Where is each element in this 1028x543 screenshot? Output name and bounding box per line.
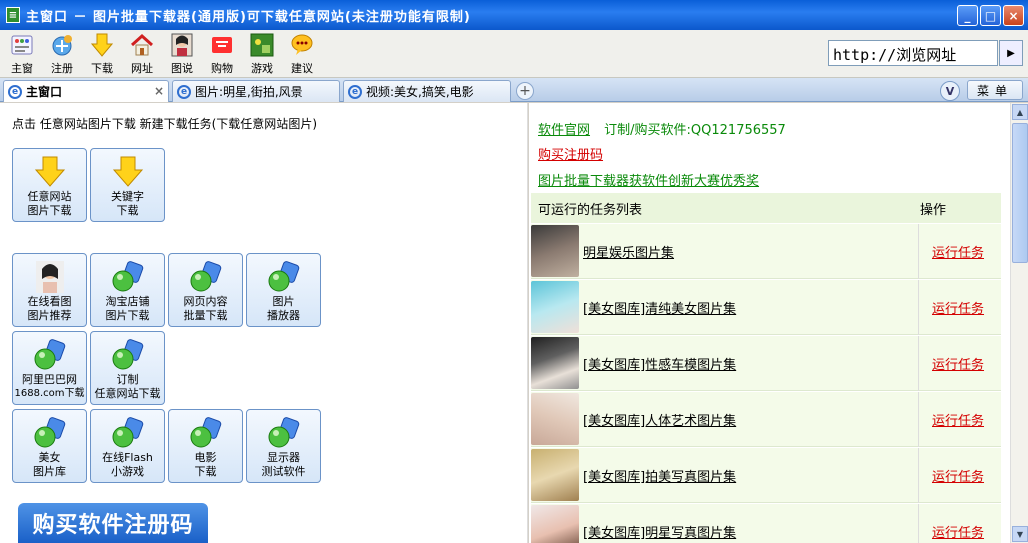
download-arrow-icon	[33, 155, 67, 189]
maximize-button[interactable]: □	[980, 5, 1001, 26]
task-thumbnail	[531, 337, 579, 389]
task-thumbnail	[531, 449, 579, 501]
scroll-up-button[interactable]: ▲	[1012, 104, 1028, 120]
photo-icon	[33, 260, 67, 294]
task-row: [美女图库]人体艺术图片集 运行任务	[531, 392, 1001, 447]
scroll-thumb[interactable]	[1012, 123, 1028, 263]
operation-header: 操作	[920, 202, 947, 218]
tab-bar: e 主窗口 × e 图片:明星,街拍,风景 e 视频:美女,搞笑,电影 + V …	[0, 78, 1028, 102]
shopping-icon	[210, 33, 234, 57]
tile-any-site-download[interactable]: 任意网站 图片下载	[12, 148, 87, 222]
buy-code-link[interactable]: 购买注册码	[538, 144, 603, 163]
task-list-title: 可运行的任务列表	[538, 202, 643, 218]
plugin-icon	[111, 338, 145, 372]
close-icon[interactable]: ×	[154, 84, 164, 98]
url-go-button[interactable]: ▶	[999, 40, 1023, 66]
task-name-link[interactable]: [美女图库]明星写真图片集	[583, 522, 736, 541]
task-thumbnail	[531, 225, 579, 277]
task-row: [美女图库]清纯美女图片集 运行任务	[531, 280, 1001, 335]
toolbar-register-button[interactable]: 注册	[42, 33, 82, 77]
run-task-link[interactable]: 运行任务	[932, 466, 984, 485]
run-task-link[interactable]: 运行任务	[932, 354, 984, 373]
vertical-scrollbar[interactable]: ▲ ▼	[1010, 103, 1028, 543]
toolbar-game-button[interactable]: 游戏	[242, 33, 282, 77]
close-button[interactable]: ×	[1003, 5, 1024, 26]
grid-icon	[10, 33, 34, 57]
toolbar-photo-button[interactable]: 图说	[162, 33, 202, 77]
home-icon	[130, 33, 154, 57]
tile-movie-download[interactable]: 电影 下载	[168, 409, 243, 483]
task-thumbnail	[531, 281, 579, 333]
task-name-link[interactable]: [美女图库]人体艺术图片集	[583, 410, 736, 429]
toolbar-suggest-button[interactable]: 建议	[282, 33, 322, 77]
toolbar-shopping-button[interactable]: 购物	[202, 33, 242, 77]
menu-button[interactable]: 菜单	[967, 80, 1023, 100]
run-task-link[interactable]: 运行任务	[932, 298, 984, 317]
window-title: 主窗口 － 图片批量下载器(通用版)可下载任意网站(未注册功能有限制)	[26, 9, 471, 25]
toolbar-download-button[interactable]: 下载	[82, 33, 122, 77]
plugin-icon	[111, 260, 145, 294]
task-name-link[interactable]: [美女图库]清纯美女图片集	[583, 298, 736, 317]
tile-taobao-download[interactable]: 淘宝店铺 图片下载	[90, 253, 165, 327]
left-panel: 点击 任意网站图片下载 新建下载任务(下载任意网站图片) 任意网站 图片下载 关…	[0, 103, 528, 543]
run-task-link[interactable]: 运行任务	[932, 522, 984, 541]
tile-image-player[interactable]: 图片 播放器	[246, 253, 321, 327]
official-site-link[interactable]: 软件官网	[538, 123, 590, 138]
tile-flash-games[interactable]: 在线Flash 小游戏	[90, 409, 165, 483]
run-task-link[interactable]: 运行任务	[932, 410, 984, 429]
instruction-text: 点击 任意网站图片下载 新建下载任务(下载任意网站图片)	[12, 117, 317, 131]
ie-icon: e	[348, 84, 362, 99]
chat-bubble-icon	[290, 33, 314, 57]
ie-icon: e	[177, 84, 191, 99]
task-name-link[interactable]: [美女图库]拍美写真图片集	[583, 466, 736, 485]
plugin-icon	[189, 260, 223, 294]
task-thumbnail	[531, 505, 579, 543]
tab-images[interactable]: e 图片:明星,街拍,风景	[172, 80, 340, 102]
url-input[interactable]: http://浏览网址	[828, 40, 998, 66]
plugin-icon	[189, 416, 223, 450]
task-row: [美女图库]明星写真图片集 运行任务	[531, 504, 1001, 543]
plugin-icon	[111, 416, 145, 450]
task-name-link[interactable]: 明星娱乐图片集	[583, 242, 674, 261]
task-list-header: 可运行的任务列表 操作	[531, 193, 1001, 223]
scroll-down-button[interactable]: ▼	[1012, 526, 1028, 542]
tile-monitor-test[interactable]: 显示器 测试软件	[246, 409, 321, 483]
task-thumbnail	[531, 393, 579, 445]
tile-webpage-batch-download[interactable]: 网页内容 批量下载	[168, 253, 243, 327]
game-icon	[250, 33, 274, 57]
plugin-icon	[33, 416, 67, 450]
ie-icon: e	[8, 84, 22, 99]
task-row: 明星娱乐图片集 运行任务	[531, 224, 1001, 279]
app-icon: ≡	[6, 7, 20, 23]
toolbar: 主窗 注册 下载 网址 图说 购物 游戏 建议 http://浏览网址 ▶	[0, 30, 1028, 78]
photo-icon	[170, 33, 194, 57]
download-arrow-icon	[111, 155, 145, 189]
tile-beauty-gallery[interactable]: 美女 图片库	[12, 409, 87, 483]
award-link[interactable]: 图片批量下载器获软件创新大赛优秀奖	[538, 170, 759, 189]
buy-register-code-banner[interactable]: 购买软件注册码	[18, 503, 208, 543]
register-icon	[50, 33, 74, 57]
task-row: [美女图库]拍美写真图片集 运行任务	[531, 448, 1001, 503]
run-task-link[interactable]: 运行任务	[932, 242, 984, 261]
v-button[interactable]: V	[940, 81, 960, 101]
tile-online-view[interactable]: 在线看图 图片推荐	[12, 253, 87, 327]
download-arrow-icon	[90, 33, 114, 57]
tile-keyword-download[interactable]: 关键字 下载	[90, 148, 165, 222]
toolbar-main-button[interactable]: 主窗	[2, 33, 42, 77]
minimize-button[interactable]: _	[957, 5, 978, 26]
tab-videos[interactable]: e 视频:美女,搞笑,电影	[343, 80, 511, 102]
task-name-link[interactable]: [美女图库]性感车模图片集	[583, 354, 736, 373]
add-tab-button[interactable]: +	[516, 82, 534, 100]
tile-custom-download[interactable]: 订制 任意网站下载	[90, 331, 165, 405]
plugin-icon	[267, 260, 301, 294]
task-row: [美女图库]性感车模图片集 运行任务	[531, 336, 1001, 391]
title-bar: ≡ 主窗口 － 图片批量下载器(通用版)可下载任意网站(未注册功能有限制) _ …	[0, 0, 1028, 30]
plugin-icon	[33, 338, 67, 372]
right-panel: 软件官网 订制/购买软件:QQ121756557 购买注册码 图片批量下载器获软…	[529, 103, 1010, 543]
order-contact-text: 订制/购买软件:QQ121756557	[604, 123, 786, 138]
tab-main-window[interactable]: e 主窗口 ×	[3, 80, 169, 102]
plugin-icon	[267, 416, 301, 450]
tile-alibaba-download[interactable]: 阿里巴巴网 1688.com下载	[12, 331, 87, 405]
toolbar-url-button[interactable]: 网址	[122, 33, 162, 77]
